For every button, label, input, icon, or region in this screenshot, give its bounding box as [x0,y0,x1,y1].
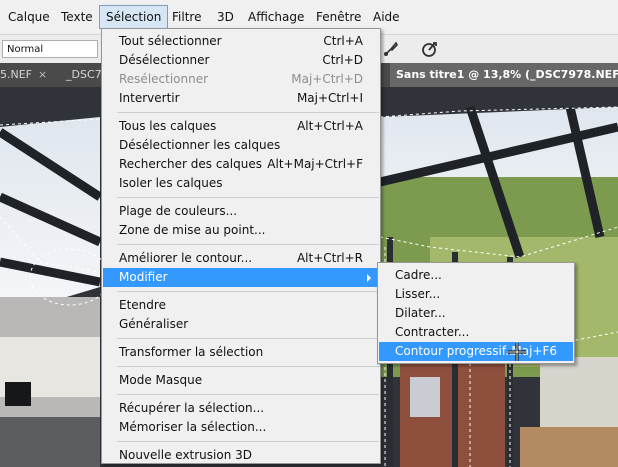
menu-item-etendre[interactable]: Etendre [103,296,379,315]
close-tab-icon[interactable]: × [38,68,47,81]
tablet-pressure-icon[interactable] [420,39,440,59]
menu-item-label: Plage de couleurs... [119,204,238,218]
document-tab-label: 5.NEF [0,68,33,81]
submenu-item-contour-progressif[interactable]: Contour progressif... Maj+F6 [379,342,573,361]
document-tab-label: _DSC7 [66,68,102,81]
menu-item-shortcut: Ctrl+A [323,34,363,48]
menu-texte[interactable]: Texte [55,6,99,28]
blend-mode-select[interactable]: Normal [2,40,98,58]
menu-item-label: Améliorer le contour... [119,251,253,265]
menu-item-modifier[interactable]: Modifier [103,268,379,287]
menu-separator [117,112,379,113]
menu-item-label: Zone de mise au point... [119,223,266,237]
menu-selection[interactable]: Sélection [99,5,169,29]
menu-item-memoriser-la-selection[interactable]: Mémoriser la sélection... [103,418,379,437]
document-tab-label: Sans titre1 @ 13,8% (_DSC7978.NEF, RVB/1 [396,68,618,81]
menu-item-shortcut: Alt+Ctrl+A [297,119,363,133]
submenu-item-label: Contracter... [395,325,470,339]
menu-item-isoler-les-calques[interactable]: Isoler les calques [103,174,379,193]
menu-item-generaliser[interactable]: Généraliser [103,315,379,334]
submenu-item-label: Dilater... [395,306,446,320]
selection-menu: Tout sélectionner Ctrl+A Désélectionner Ctr… [101,28,381,464]
menu-item-nouvelle-extrusion-3d[interactable]: Nouvelle extrusion 3D [103,446,379,465]
menu-item-label: Désélectionner [119,53,210,67]
menu-3d[interactable]: 3D [211,6,240,28]
menu-item-label: Mode Masque [119,373,203,387]
menu-item-deselectionner-les-calques[interactable]: Désélectionner les calques [103,136,379,155]
menu-item-label: Récupérer la sélection... [119,401,265,415]
menu-item-reselectionner[interactable]: Resélectionner Maj+Ctrl+D [103,70,379,89]
menu-separator [117,291,379,292]
menu-separator [117,441,379,442]
menu-item-shortcut: Maj+Ctrl+I [296,91,363,105]
menu-separator [117,244,379,245]
menu-item-intervertir[interactable]: Intervertir Maj+Ctrl+I [103,89,379,108]
submenu-item-cadre[interactable]: Cadre... [379,266,573,285]
menu-aide[interactable]: Aide [367,6,406,28]
menu-item-zone-de-mise-au-point[interactable]: Zone de mise au point... [103,221,379,240]
menu-fenetre[interactable]: Fenêtre [310,6,367,28]
menu-item-label: Isoler les calques [119,176,223,190]
menu-item-label: Mémoriser la sélection... [119,420,267,434]
menu-item-rechercher-des-calques[interactable]: Rechercher des calques Alt+Maj+Ctrl+F [103,155,379,174]
document-tab[interactable]: 5.NEF × [0,63,58,87]
submenu-item-label: Contour progressif... [395,344,517,358]
menu-separator [117,394,379,395]
move-cursor-icon [508,343,526,361]
menu-item-label: Transformer la sélection [119,345,264,359]
submenu-arrow-icon [367,274,371,282]
menu-calque[interactable]: Calque [2,6,56,28]
submenu-item-contracter[interactable]: Contracter... [379,323,573,342]
menu-separator [117,197,379,198]
menu-item-shortcut: Alt+Maj+Ctrl+F [267,157,363,171]
submenu-item-lisser[interactable]: Lisser... [379,285,573,304]
menu-item-label: Désélectionner les calques [119,138,281,152]
menu-item-shortcut: Maj+Ctrl+D [291,72,363,86]
menu-item-shortcut: Ctrl+D [322,53,363,67]
menu-item-label: Nouvelle extrusion 3D [119,448,253,462]
menu-item-mode-masque[interactable]: Mode Masque [103,371,379,390]
menu-filtre[interactable]: Filtre [166,6,207,28]
submenu-item-label: Lisser... [395,287,441,301]
menu-item-tout-selectionner[interactable]: Tout sélectionner Ctrl+A [103,32,379,51]
menu-separator [117,366,379,367]
menu-affichage[interactable]: Affichage [242,6,310,28]
menu-item-label: Resélectionner [119,72,209,86]
document-tab[interactable]: Sans titre1 @ 13,8% (_DSC7978.NEF, RVB/1 [390,63,618,87]
menu-item-label: Etendre [119,298,166,312]
menu-item-recuperer-la-selection[interactable]: Récupérer la sélection... [103,399,379,418]
menu-separator [117,338,379,339]
menu-item-label: Tout sélectionner [119,34,222,48]
menu-item-transformer-la-selection[interactable]: Transformer la sélection [103,343,379,362]
menu-item-label: Tous les calques [119,119,217,133]
menu-item-label: Rechercher des calques [119,157,262,171]
menu-item-tous-les-calques[interactable]: Tous les calques Alt+Ctrl+A [103,117,379,136]
menu-item-label: Intervertir [119,91,180,105]
menu-item-ameliorer-le-contour[interactable]: Améliorer le contour... Alt+Ctrl+R [103,249,379,268]
submenu-item-label: Cadre... [395,268,442,282]
menu-item-deselectionner[interactable]: Désélectionner Ctrl+D [103,51,379,70]
menu-item-label: Modifier [119,270,168,284]
brush-pressure-icon[interactable] [381,39,401,59]
submenu-item-dilater[interactable]: Dilater... [379,304,573,323]
menu-item-label: Généraliser [119,317,189,331]
menu-item-plage-de-couleurs[interactable]: Plage de couleurs... [103,202,379,221]
menu-item-shortcut: Alt+Ctrl+R [296,251,363,265]
modifier-submenu: Cadre... Lisser... Dilater... Contracter...… [377,262,575,364]
